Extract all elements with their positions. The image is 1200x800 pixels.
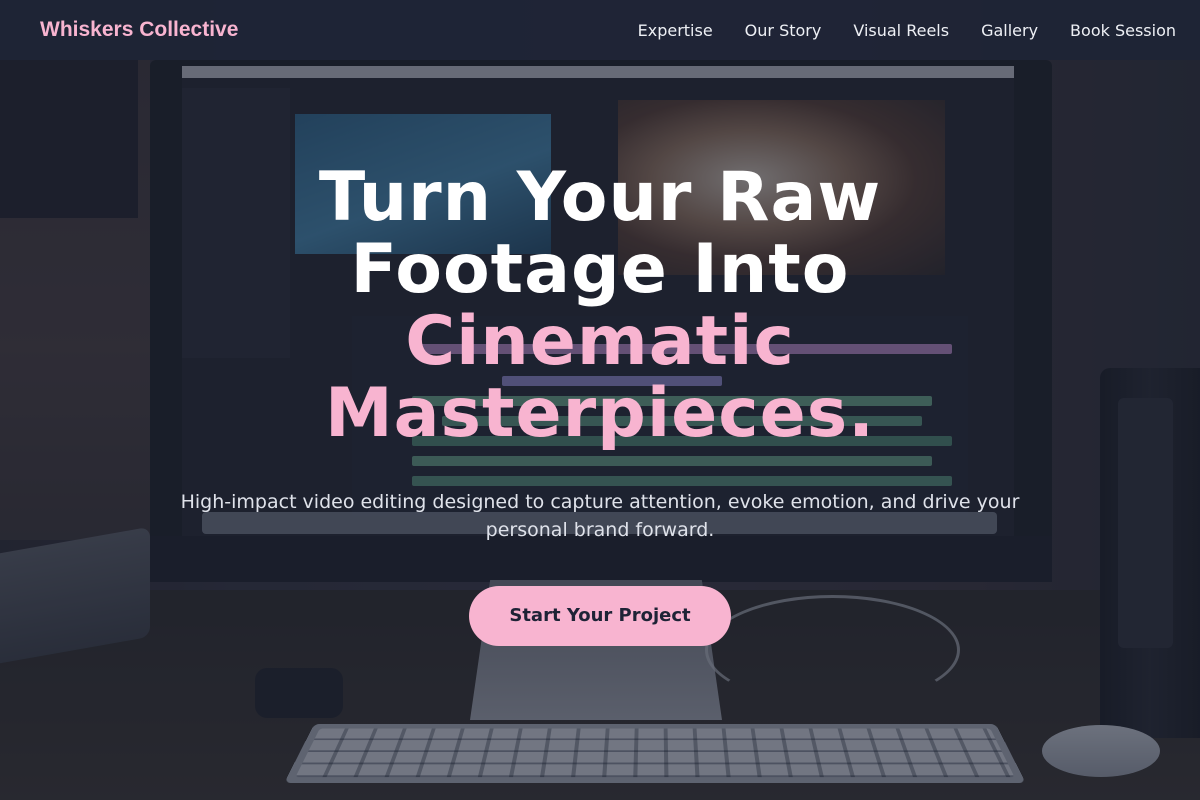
hero-headline: Turn Your Raw Footage Into Cinematic Mas… (0, 162, 1200, 450)
main-nav: Expertise Our Story Visual Reels Gallery… (638, 21, 1176, 40)
nav-link-book-session[interactable]: Book Session (1070, 21, 1176, 40)
nav-link-gallery[interactable]: Gallery (981, 21, 1038, 40)
hero-subheadline: High-impact video editing designed to ca… (180, 491, 1020, 541)
nav-link-our-story[interactable]: Our Story (745, 21, 822, 40)
headline-accent-line-2: Masterpieces. (324, 374, 876, 453)
hero-section: Turn Your Raw Footage Into Cinematic Mas… (0, 162, 1200, 646)
headline-line-2: Footage Into (350, 230, 850, 309)
nav-link-visual-reels[interactable]: Visual Reels (853, 21, 949, 40)
nav-link-expertise[interactable]: Expertise (638, 21, 713, 40)
site-header: Whiskers Collective Expertise Our Story … (0, 0, 1200, 60)
start-project-button[interactable]: Start Your Project (469, 586, 731, 646)
headline-line-1: Turn Your Raw (318, 158, 882, 237)
headline-accent-line-1: Cinematic (405, 302, 795, 381)
brand-logo[interactable]: Whiskers Collective (40, 18, 238, 42)
